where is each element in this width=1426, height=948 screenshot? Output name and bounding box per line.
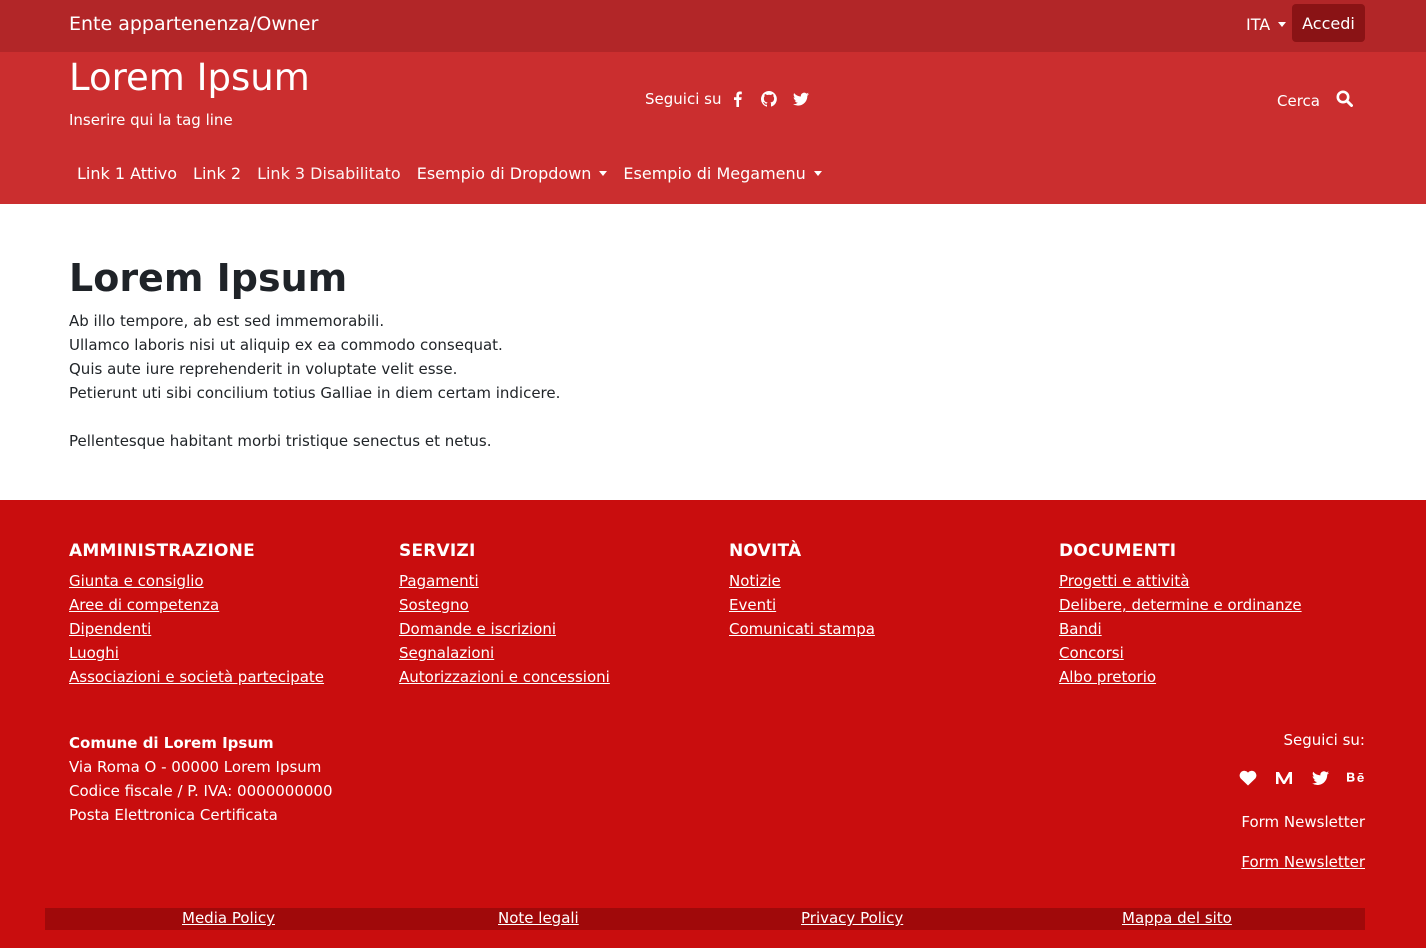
search-label: Cerca <box>1277 91 1320 110</box>
chevron-down-icon <box>599 171 608 176</box>
address-tax: Codice fiscale / P. IVA: 0000000000 <box>69 782 333 800</box>
privacy-policy-link[interactable]: Privacy Policy <box>801 909 903 927</box>
nav-megamenu[interactable]: Esempio di Megamenu <box>615 164 829 183</box>
header: Lorem Ipsum Inserire qui la tag line Seg… <box>0 52 1426 204</box>
text-line: Ullamco laboris nisi ut aliquip ex ea co… <box>69 336 503 354</box>
footer: AMMINISTRAZIONE Giunta e consiglio Aree … <box>0 500 1426 948</box>
footer-link[interactable]: Concorsi <box>1059 641 1302 665</box>
top-bar: Ente appartenenza/Owner ITA Accedi <box>0 0 1426 52</box>
nav-link-1-active[interactable]: Link 1 Attivo <box>69 164 185 183</box>
page-title: Lorem Ipsum <box>69 256 348 300</box>
footer-column-servizi: SERVIZI Pagamenti Sostegno Domande e isc… <box>399 541 610 689</box>
footer-address: Comune di Lorem Ipsum Via Roma O - 00000… <box>69 731 333 827</box>
footer-column-amministrazione: AMMINISTRAZIONE Giunta e consiglio Aree … <box>69 541 324 689</box>
footer-link[interactable]: Delibere, determine e ordinanze <box>1059 593 1302 617</box>
behance-icon[interactable] <box>1347 769 1365 787</box>
footer-link[interactable]: Giunta e consiglio <box>69 569 324 593</box>
footer-column-title: NOVITÀ <box>729 541 802 561</box>
search-trigger[interactable]: Cerca <box>1277 90 1353 111</box>
login-button[interactable]: Accedi <box>1292 4 1365 42</box>
github-icon[interactable] <box>761 91 778 107</box>
footer-link[interactable]: Aree di competenza <box>69 593 324 617</box>
text-line: Ab illo tempore, ab est sed immemorabili… <box>69 312 385 330</box>
text-line: Petierunt uti sibi concilium totius Gall… <box>69 384 561 402</box>
language-selector[interactable]: ITA <box>1246 15 1287 34</box>
main-nav: Link 1 Attivo Link 2 Link 3 Disabilitato… <box>69 164 830 183</box>
footer-link[interactable]: Dipendenti <box>69 617 324 641</box>
nav-label: Esempio di Dropdown <box>416 164 592 183</box>
text-line: Quis aute iure reprehenderit in voluptat… <box>69 360 458 378</box>
chevron-down-icon <box>1278 22 1287 27</box>
nav-label: Link 1 Attivo <box>77 164 178 183</box>
twitter-icon[interactable] <box>793 91 810 107</box>
footer-bottom-bar: Media Policy Note legali Privacy Policy … <box>45 908 1365 930</box>
footer-link[interactable]: Eventi <box>729 593 875 617</box>
nav-link-2[interactable]: Link 2 <box>185 164 249 183</box>
footer-link[interactable]: Notizie <box>729 569 875 593</box>
follow-label: Seguici su: <box>1283 731 1365 749</box>
footer-link[interactable]: Segnalazioni <box>399 641 610 665</box>
address-street: Via Roma O - 00000 Lorem Ipsum <box>69 758 322 776</box>
twitter-icon[interactable] <box>1311 769 1329 787</box>
footer-link[interactable]: Sostegno <box>399 593 610 617</box>
footer-link[interactable]: Autorizzazioni e concessioni <box>399 665 610 689</box>
footer-link[interactable]: Pagamenti <box>399 569 610 593</box>
footer-link[interactable]: Progetti e attività <box>1059 569 1302 593</box>
footer-follow: Seguici su: <box>1239 731 1365 787</box>
newsletter-link[interactable]: Form Newsletter <box>1241 853 1365 871</box>
newsletter-label: Form Newsletter <box>1241 813 1365 831</box>
social-label: Seguici su <box>645 90 722 108</box>
footer-link[interactable]: Domande e iscrizioni <box>399 617 610 641</box>
sitemap-link[interactable]: Mappa del sito <box>1122 909 1232 927</box>
nav-label: Esempio di Megamenu <box>623 164 806 183</box>
search-icon[interactable] <box>1336 90 1353 111</box>
owner-link[interactable]: Ente appartenenza/Owner <box>69 13 318 35</box>
text-line: Pellentesque habitant morbi tristique se… <box>69 432 492 450</box>
footer-column-novita: NOVITÀ Notizie Eventi Comunicati stampa <box>729 541 875 641</box>
main-paragraph: Ab illo tempore, ab est sed immemorabili… <box>69 309 560 453</box>
footer-column-title: SERVIZI <box>399 541 476 561</box>
site-title[interactable]: Lorem Ipsum <box>69 56 310 100</box>
footer-column-title: DOCUMENTI <box>1059 541 1177 561</box>
chevron-down-icon <box>813 171 822 176</box>
nav-label: Link 2 <box>193 164 242 183</box>
note-legali-link[interactable]: Note legali <box>498 909 579 927</box>
footer-link[interactable]: Bandi <box>1059 617 1302 641</box>
footer-link[interactable]: Luoghi <box>69 641 324 665</box>
address-name: Comune di Lorem Ipsum <box>69 734 274 752</box>
site-tagline: Inserire qui la tag line <box>69 111 233 129</box>
language-label: ITA <box>1246 15 1271 34</box>
media-policy-link[interactable]: Media Policy <box>182 909 275 927</box>
address-pec: Posta Elettronica Certificata <box>69 806 278 824</box>
nav-label: Link 3 Disabilitato <box>257 164 401 183</box>
footer-column-title: AMMINISTRAZIONE <box>69 541 255 561</box>
follow-icons <box>1239 769 1365 787</box>
heart-icon[interactable] <box>1239 769 1257 787</box>
header-social: Seguici su <box>645 90 825 108</box>
footer-link[interactable]: Comunicati stampa <box>729 617 875 641</box>
footer-link[interactable]: Albo pretorio <box>1059 665 1302 689</box>
facebook-icon[interactable] <box>729 91 745 107</box>
nav-link-3-disabled: Link 3 Disabilitato <box>249 164 409 183</box>
footer-column-documenti: DOCUMENTI Progetti e attività Delibere, … <box>1059 541 1302 689</box>
medium-icon[interactable] <box>1275 769 1293 787</box>
nav-dropdown[interactable]: Esempio di Dropdown <box>409 164 616 183</box>
footer-link[interactable]: Associazioni e società partecipate <box>69 665 324 689</box>
